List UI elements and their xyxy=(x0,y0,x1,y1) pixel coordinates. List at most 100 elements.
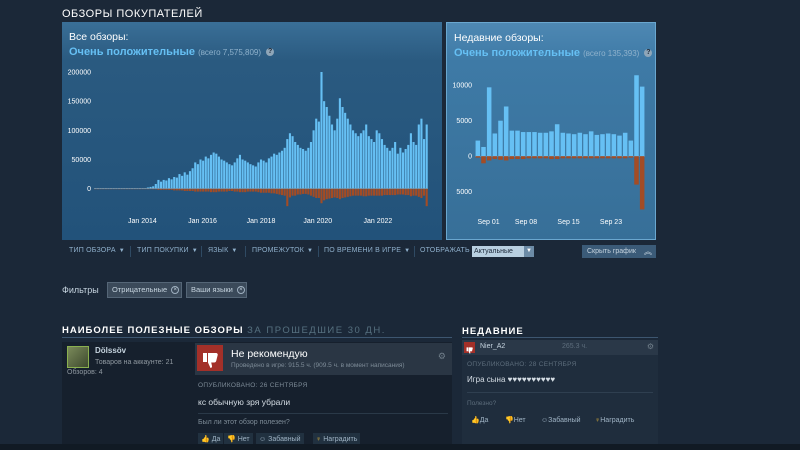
positive-bar xyxy=(354,133,357,189)
chevron-up-icon: ︽ xyxy=(644,247,652,256)
negative-bar xyxy=(173,188,176,191)
filter-playtime[interactable]: ПО ВРЕМЕНИ В ИГРЕ ▼ xyxy=(324,247,410,254)
negative-bar xyxy=(296,188,299,195)
positive-bar xyxy=(639,86,645,157)
collapse-graph-label[interactable]: Скрыть график xyxy=(587,248,636,255)
thumbs-up-icon: 👍 xyxy=(201,436,210,443)
thumbs-up-icon: 👍 xyxy=(471,417,480,424)
recent-award-button[interactable]: ♀Наградить xyxy=(595,415,634,426)
x-tick-label: Jan 2016 xyxy=(188,218,217,225)
negative-bar xyxy=(186,188,189,191)
negative-bar xyxy=(396,188,399,195)
positive-bar xyxy=(257,162,260,189)
recent-reviews-panel: Недавние обзоры: Очень положительные (вс… xyxy=(446,22,656,240)
positive-bar xyxy=(341,107,344,189)
review-filter-bar: ТИП ОБЗОРА ▼ ТИП ПОКУПКИ ▼ ЯЗЫК ▼ ПРОМЕЖУТО… xyxy=(62,244,656,259)
negative-bar xyxy=(246,188,249,192)
negative-bar xyxy=(375,188,378,196)
filter-chip-languages-label: Ваши языки xyxy=(191,285,233,294)
negative-bar xyxy=(123,188,126,190)
negative-bar xyxy=(188,188,192,191)
negative-bar xyxy=(191,188,194,191)
recent-author-name[interactable]: Nier_A2 xyxy=(480,343,505,350)
award-icon: ♀ xyxy=(316,436,322,443)
positive-bar xyxy=(238,154,242,189)
display-select-value[interactable]: Актуальные xyxy=(474,248,513,255)
negative-bar xyxy=(125,188,128,190)
positive-bar xyxy=(138,188,142,189)
positive-bar xyxy=(267,158,270,189)
positive-bar xyxy=(157,179,160,189)
positive-bar xyxy=(304,150,307,189)
positive-bar xyxy=(560,132,566,157)
negative-bar xyxy=(275,188,278,194)
review-verdict-header[interactable]: Не рекомендую Проведено в игре: 915.5 ч.… xyxy=(195,343,452,375)
negative-bar xyxy=(401,188,405,195)
filters-label: Фильтры xyxy=(62,285,99,295)
recent-vote-funny-button[interactable]: ☺Забавный xyxy=(541,415,581,426)
close-icon[interactable]: × xyxy=(236,286,245,295)
recent-reviews-chart: 10000 5000 0 5000 Sep 01 Sep 08 Sep 15 Sep 23 xyxy=(453,75,645,226)
filter-chip-languages[interactable]: Ваши языки × xyxy=(186,282,247,298)
negative-bar xyxy=(115,188,118,190)
author-name[interactable]: Dölssöv xyxy=(95,346,126,355)
filter-period-label[interactable]: ПРОМЕЖУТОК xyxy=(252,247,304,254)
positive-bar xyxy=(554,124,560,157)
filter-playtime-label[interactable]: ПО ВРЕМЕНИ В ИГРЕ xyxy=(324,247,401,254)
filter-purchase-type-label[interactable]: ТИП ПОКУПКИ xyxy=(137,247,189,254)
negative-bar xyxy=(304,188,307,194)
close-icon[interactable]: × xyxy=(171,286,180,295)
positive-bar xyxy=(365,124,368,189)
negative-bar xyxy=(309,188,313,196)
positive-bar xyxy=(323,101,326,189)
filter-purchase-type[interactable]: ТИП ПОКУПКИ ▼ xyxy=(137,247,198,254)
divider xyxy=(62,337,452,338)
recent-vote-no-button[interactable]: 👎Нет xyxy=(505,415,526,426)
positive-bar xyxy=(191,168,194,189)
negative-bar xyxy=(622,156,628,159)
recent-vote-yes-button[interactable]: 👍Да xyxy=(471,415,488,426)
recent-vote-no-label: Нет xyxy=(513,417,526,424)
negative-bar xyxy=(288,188,291,198)
filter-review-type[interactable]: ТИП ОБЗОРА ▼ xyxy=(69,247,125,254)
negative-bar xyxy=(302,188,305,194)
negative-bar xyxy=(634,156,639,185)
negative-bar xyxy=(317,188,320,198)
divider xyxy=(462,337,658,338)
filter-language[interactable]: ЯЗЫК ▼ xyxy=(208,247,238,254)
negative-bar xyxy=(286,188,289,207)
display-select[interactable]: Актуальные ▼ xyxy=(472,246,534,257)
positive-bar xyxy=(509,130,515,157)
filter-period[interactable]: ПРОМЕЖУТОК ▼ xyxy=(252,247,313,254)
negative-bar xyxy=(639,156,645,210)
negative-bar xyxy=(204,188,207,192)
positive-bar xyxy=(475,140,481,157)
recent-vote-yes-label: Да xyxy=(479,417,489,424)
positive-bar xyxy=(212,152,215,189)
positive-bar xyxy=(634,75,639,157)
positive-bar xyxy=(588,131,594,157)
divider xyxy=(198,413,448,414)
positive-bar xyxy=(344,112,347,189)
chevron-down-icon: ▼ xyxy=(231,248,238,254)
positive-bar xyxy=(123,188,126,189)
positive-bar xyxy=(170,179,173,189)
review-body: Не рекомендую Проведено в игре: 915.5 ч.… xyxy=(195,342,452,450)
filter-chip-negative[interactable]: Отрицательные × xyxy=(107,282,182,298)
filter-language-label[interactable]: ЯЗЫК xyxy=(208,247,228,254)
positive-bar xyxy=(241,159,244,189)
negative-bar xyxy=(543,156,549,159)
collapse-graph-button[interactable]: Скрыть график ︽ xyxy=(582,245,656,258)
negative-bar xyxy=(165,188,168,190)
negative-bar xyxy=(532,156,537,159)
recent-review-header[interactable]: Nier_A2 265.3 ч. ⚙ xyxy=(462,340,658,355)
negative-bar xyxy=(175,188,178,191)
avatar[interactable] xyxy=(67,346,89,368)
negative-bar xyxy=(157,188,160,190)
author-reviews-count[interactable]: Обзоров: 4 xyxy=(67,369,103,376)
positive-bar xyxy=(583,134,588,157)
author-games-count[interactable]: Товаров на аккаунте: 21 xyxy=(95,359,173,366)
positive-bar xyxy=(196,164,199,189)
filter-review-type-label[interactable]: ТИП ОБЗОРА xyxy=(69,247,116,254)
negative-bar xyxy=(362,188,365,197)
